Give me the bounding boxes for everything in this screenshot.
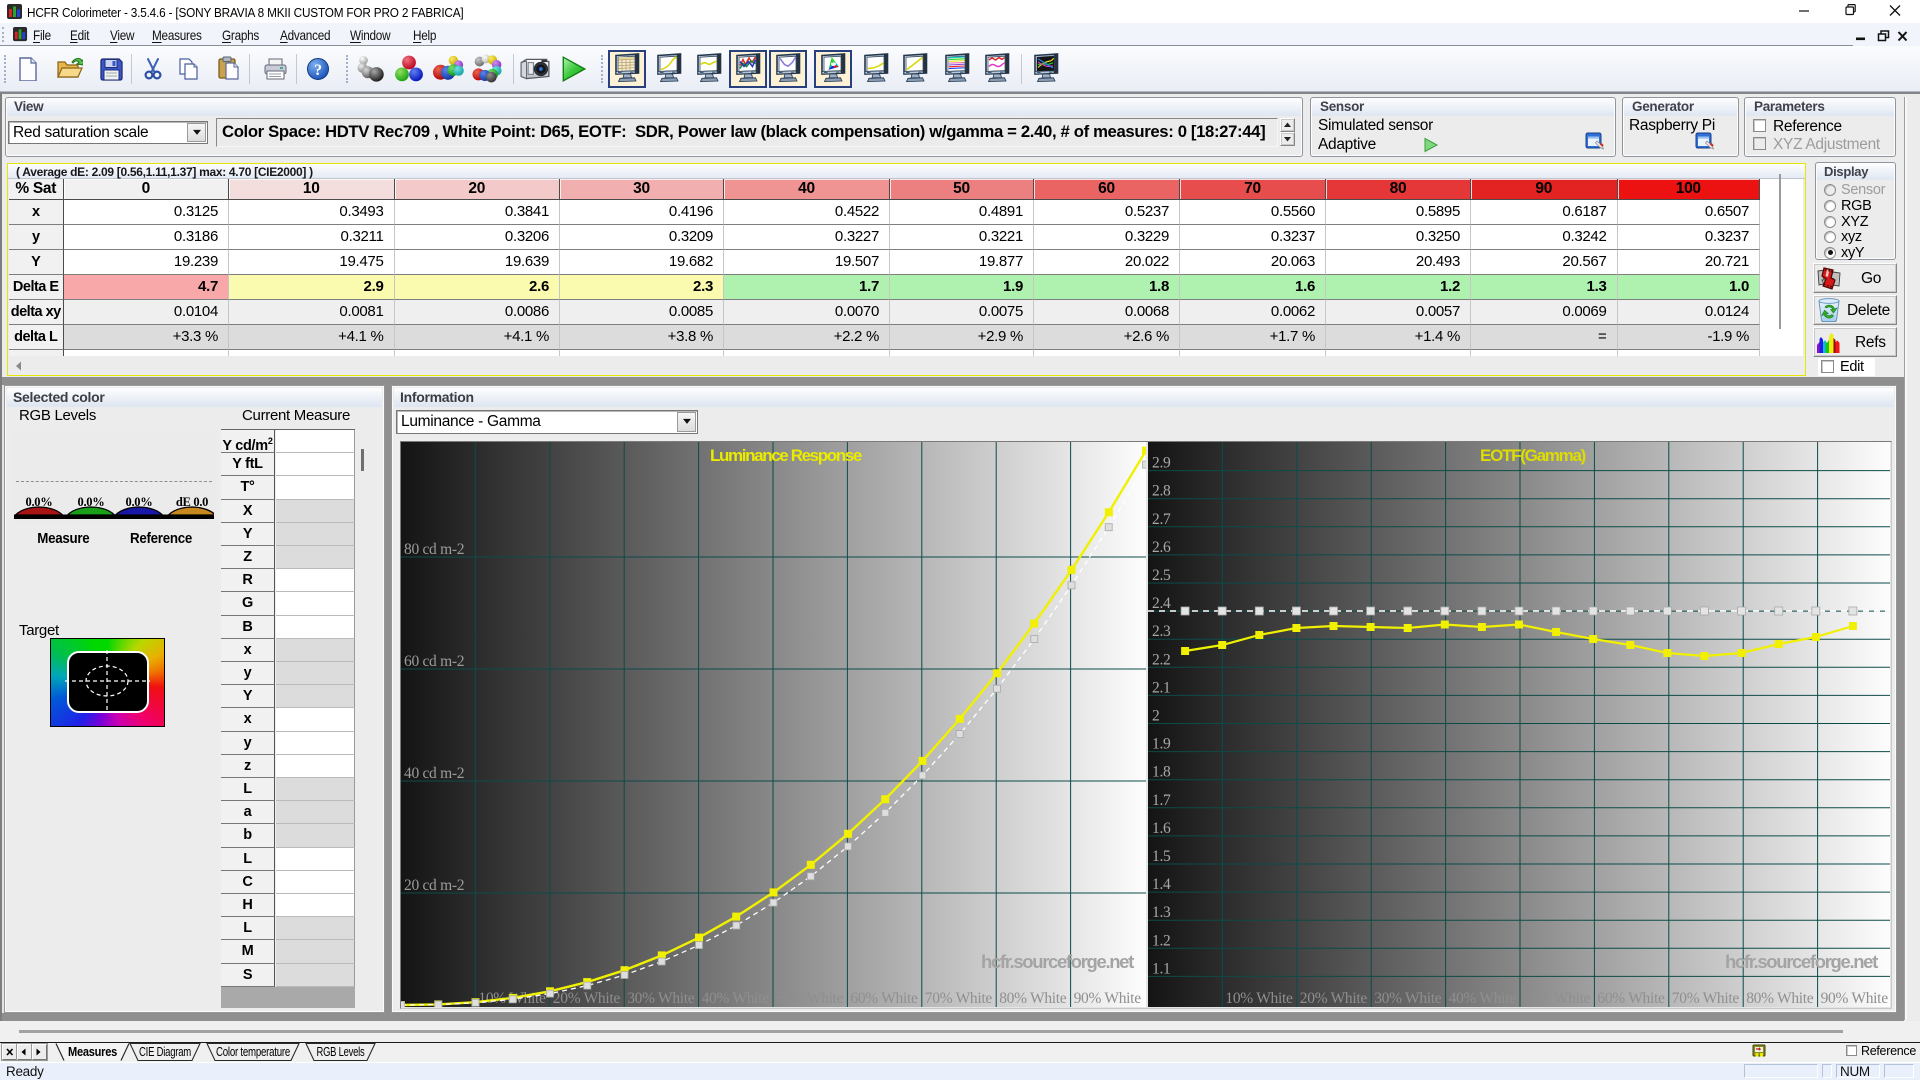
svg-text:60% White: 60% White	[1597, 990, 1665, 1007]
svg-text:dE 0.0: dE 0.0	[176, 495, 208, 509]
svg-text:2: 2	[1152, 708, 1159, 725]
svg-text:0.0%: 0.0%	[26, 495, 53, 509]
svg-text:RGB Levels: RGB Levels	[317, 1045, 365, 1059]
svg-text:30% White: 30% White	[1374, 990, 1442, 1007]
svg-text:70% White: 70% White	[925, 990, 993, 1007]
svg-text:EOTF(Gamma): EOTF(Gamma)	[1480, 446, 1586, 465]
svg-text:2.4: 2.4	[1152, 595, 1171, 612]
svg-text:30% White: 30% White	[627, 990, 695, 1007]
svg-text:2.3: 2.3	[1152, 623, 1171, 640]
svg-text:hcfr.sourceforge.net: hcfr.sourceforge.net	[1725, 951, 1878, 972]
svg-text:80 cd m-2: 80 cd m-2	[404, 541, 464, 558]
svg-text:40 cd m-2: 40 cd m-2	[404, 765, 464, 782]
svg-text:60% White: 60% White	[850, 990, 918, 1007]
svg-text:1.6: 1.6	[1152, 820, 1171, 837]
svg-text:90% White: 90% White	[1821, 990, 1889, 1007]
svg-text:60 cd m-2: 60 cd m-2	[404, 653, 464, 670]
svg-text:2.6: 2.6	[1152, 539, 1171, 556]
svg-text:2.5: 2.5	[1152, 567, 1171, 584]
svg-text:Luminance Response: Luminance Response	[710, 446, 862, 465]
svg-text:2.9: 2.9	[1152, 455, 1171, 472]
svg-text:20% White: 20% White	[1300, 990, 1368, 1007]
svg-text:?: ?	[314, 62, 322, 79]
svg-text:hcfr.sourceforge.net: hcfr.sourceforge.net	[981, 951, 1134, 972]
svg-text:1.8: 1.8	[1152, 764, 1171, 781]
svg-text:40% White: 40% White	[702, 990, 770, 1007]
svg-text:1.9: 1.9	[1152, 736, 1171, 753]
svg-text:Color temperature: Color temperature	[216, 1045, 290, 1059]
svg-text:0.0%: 0.0%	[126, 495, 153, 509]
svg-text:20 cd m-2: 20 cd m-2	[404, 877, 464, 894]
svg-text:1.5: 1.5	[1152, 848, 1171, 865]
svg-text:20% White: 20% White	[553, 990, 621, 1007]
svg-text:1.7: 1.7	[1152, 792, 1171, 809]
svg-text:1.2: 1.2	[1152, 932, 1170, 949]
svg-text:80% White: 80% White	[1746, 990, 1814, 1007]
svg-text:2.8: 2.8	[1152, 483, 1171, 500]
svg-text:10% White: 10% White	[1225, 990, 1293, 1007]
svg-text:2.1: 2.1	[1152, 679, 1170, 696]
svg-text:1.4: 1.4	[1152, 876, 1171, 893]
svg-text:1.3: 1.3	[1152, 904, 1171, 921]
svg-text:0.0%: 0.0%	[78, 495, 105, 509]
svg-text:1.1: 1.1	[1152, 960, 1170, 977]
svg-text:Measures: Measures	[68, 1044, 117, 1059]
svg-text:2.2: 2.2	[1152, 651, 1170, 668]
svg-text:2.7: 2.7	[1152, 511, 1171, 528]
svg-text:80% White: 80% White	[999, 990, 1067, 1007]
svg-text:90% White: 90% White	[1074, 990, 1142, 1007]
svg-text:50% White: 50% White	[776, 990, 844, 1007]
svg-text:40% White: 40% White	[1449, 990, 1517, 1007]
svg-text:70% White: 70% White	[1672, 990, 1740, 1007]
svg-text:50% White: 50% White	[1523, 990, 1591, 1007]
svg-text:CIE Diagram: CIE Diagram	[139, 1045, 191, 1059]
